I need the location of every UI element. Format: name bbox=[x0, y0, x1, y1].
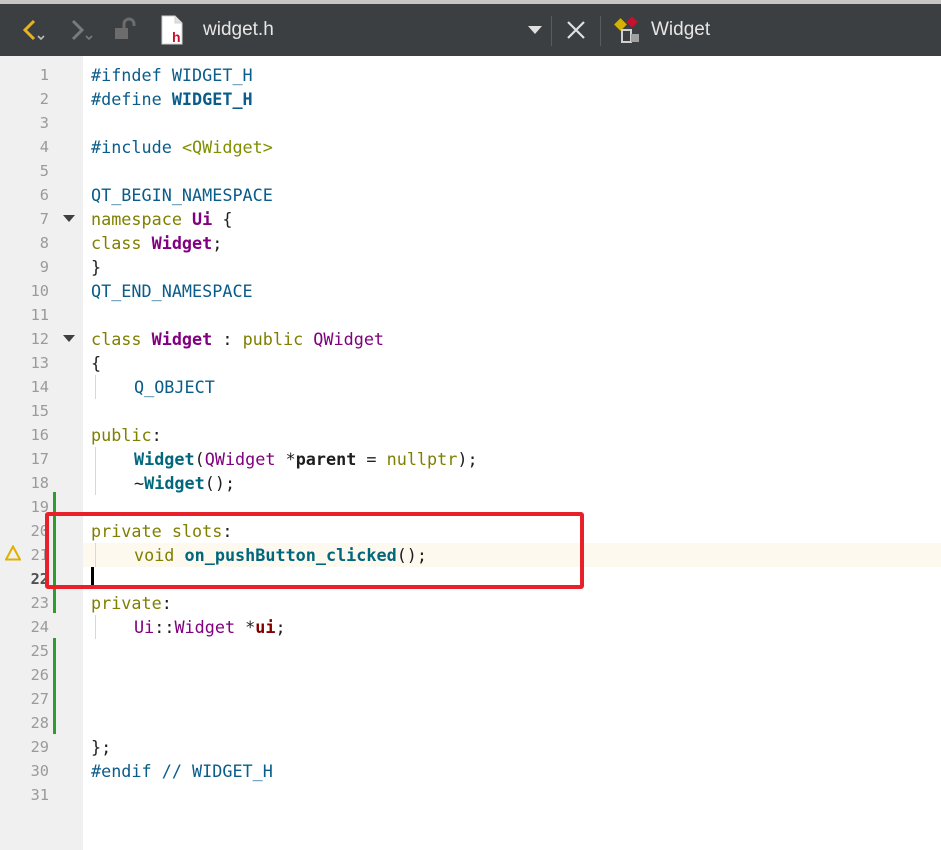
class-icon bbox=[614, 16, 639, 43]
line-number: 25 bbox=[30, 642, 49, 660]
change-marker bbox=[53, 638, 56, 734]
line-number: 8 bbox=[39, 234, 49, 252]
line-number: 5 bbox=[39, 162, 49, 180]
current-line-number: 22 bbox=[30, 570, 49, 588]
line-number: 20 bbox=[30, 522, 49, 540]
code-line: #endif // WIDGET_H bbox=[91, 761, 273, 781]
highlight-annotation-box bbox=[45, 512, 584, 589]
class-symbol bbox=[610, 4, 646, 56]
fold-marker-icon[interactable] bbox=[63, 215, 75, 222]
line-number: 6 bbox=[39, 186, 49, 204]
code-line: public: bbox=[91, 425, 162, 445]
indent-guide bbox=[95, 447, 96, 495]
back-button[interactable] bbox=[14, 4, 50, 56]
code-line: { bbox=[91, 353, 102, 373]
line-number: 27 bbox=[30, 690, 49, 708]
line-number: 2 bbox=[39, 90, 49, 108]
line-number: 13 bbox=[30, 354, 49, 372]
code-line: }; bbox=[91, 737, 112, 757]
line-number: 16 bbox=[30, 426, 49, 444]
line-number: 9 bbox=[39, 258, 49, 276]
line-number: 18 bbox=[30, 474, 49, 492]
fold-marker-icon[interactable] bbox=[63, 335, 75, 342]
forward-arrow-icon bbox=[71, 19, 93, 41]
code-line: Q_OBJECT bbox=[134, 377, 215, 397]
file-dropdown-button[interactable] bbox=[524, 4, 546, 56]
line-number: 10 bbox=[30, 282, 49, 300]
file-type: h bbox=[156, 4, 188, 56]
line-number: 30 bbox=[30, 762, 49, 780]
code-line: } bbox=[91, 257, 102, 277]
toolbar-separator bbox=[551, 16, 552, 46]
code-line: #include <QWidget> bbox=[91, 137, 273, 157]
line-number: 7 bbox=[39, 210, 49, 228]
class-name-label[interactable]: Widget bbox=[651, 4, 710, 56]
back-arrow-icon bbox=[22, 19, 45, 41]
line-number: 1 bbox=[39, 66, 49, 84]
lock-icon bbox=[115, 17, 136, 39]
header-file-icon: h bbox=[161, 15, 183, 45]
line-number: 19 bbox=[30, 498, 49, 516]
svg-text:h: h bbox=[172, 29, 181, 45]
forward-button[interactable] bbox=[62, 4, 98, 56]
line-number: 11 bbox=[30, 306, 49, 324]
code-line: #ifndef WIDGET_H bbox=[91, 65, 253, 85]
line-number: 12 bbox=[30, 330, 49, 348]
code-line: Widget(QWidget *parent = nullptr); bbox=[134, 449, 478, 469]
line-number: 4 bbox=[39, 138, 49, 156]
line-number: 14 bbox=[30, 378, 49, 396]
line-number: 24 bbox=[30, 618, 49, 636]
line-number: 28 bbox=[30, 714, 49, 732]
line-number: 26 bbox=[30, 666, 49, 684]
editor-toolbar: h widget.h Widget bbox=[0, 0, 941, 56]
line-number: 17 bbox=[30, 450, 49, 468]
code-line: class Widget : public QWidget bbox=[91, 329, 385, 349]
code-line: QT_END_NAMESPACE bbox=[91, 281, 253, 301]
indent-guide bbox=[95, 375, 96, 399]
lock-toggle[interactable] bbox=[108, 4, 140, 56]
indent-guide bbox=[95, 615, 96, 639]
line-number: 29 bbox=[30, 738, 49, 756]
line-number: 15 bbox=[30, 402, 49, 420]
warning-icon[interactable] bbox=[5, 545, 21, 561]
close-file-button[interactable] bbox=[560, 4, 592, 56]
code-line: namespace Ui { bbox=[91, 209, 233, 229]
code-line: class Widget; bbox=[91, 233, 223, 253]
line-number: 23 bbox=[30, 594, 49, 612]
line-number: 31 bbox=[30, 786, 49, 804]
file-name-label[interactable]: widget.h bbox=[203, 4, 274, 56]
line-number: 3 bbox=[39, 114, 49, 132]
code-line: Ui::Widget *ui; bbox=[134, 617, 286, 637]
code-line: QT_BEGIN_NAMESPACE bbox=[91, 185, 273, 205]
code-line: #define WIDGET_H bbox=[91, 89, 253, 109]
toolbar-separator bbox=[600, 16, 601, 46]
close-icon bbox=[567, 21, 585, 39]
dropdown-arrow-icon bbox=[528, 26, 542, 34]
code-line: ~Widget(); bbox=[134, 473, 236, 493]
code-line: private: bbox=[91, 593, 172, 613]
